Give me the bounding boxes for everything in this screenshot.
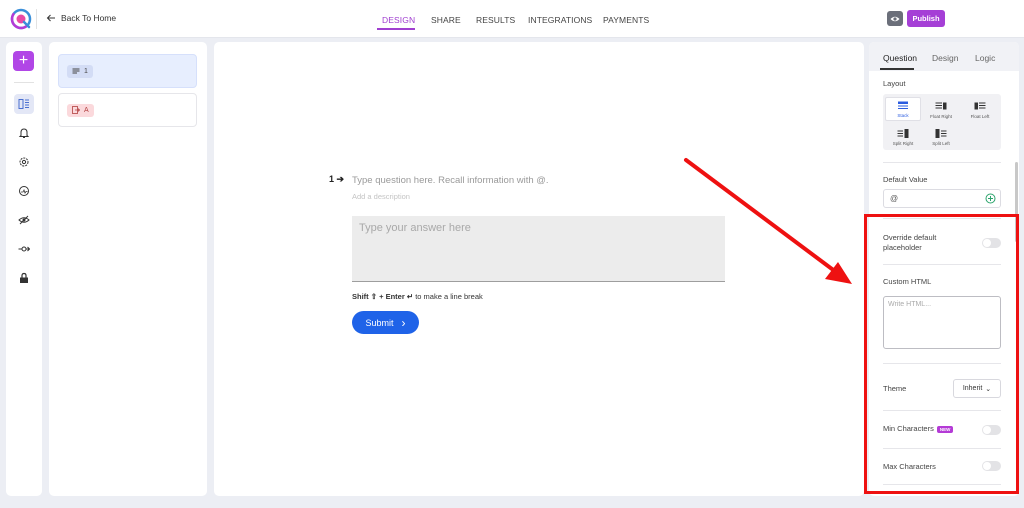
question-number: 1	[84, 67, 88, 75]
left-rail: +	[6, 42, 42, 496]
line-break-hint: Shift ⇧ + Enter ↵ to make a line break	[352, 292, 483, 301]
ending-badge: A	[67, 103, 94, 117]
question-card[interactable]: 1	[58, 54, 197, 88]
settings-icon[interactable]	[14, 152, 34, 172]
description-input[interactable]: Add a description	[352, 192, 410, 201]
exit-icon	[72, 106, 80, 114]
tab-design-settings[interactable]: Design	[932, 53, 958, 63]
lock-icon[interactable]	[14, 268, 34, 288]
layout-icon[interactable]	[14, 94, 34, 114]
default-value-text: @	[890, 194, 899, 203]
plus-circle-icon[interactable]	[985, 193, 996, 204]
preview-button[interactable]	[887, 11, 903, 26]
submit-label: Submit	[365, 317, 394, 328]
layout-option-float-left[interactable]: Float Left	[962, 97, 998, 121]
add-question-button[interactable]: +	[13, 51, 34, 71]
default-value-label: Default Value	[883, 175, 928, 184]
chevron-right-icon: ›	[401, 315, 406, 330]
ending-label: A	[84, 106, 89, 114]
top-bar: Back To Home DESIGN SHARE RESULTS INTEGR…	[0, 0, 1024, 38]
answer-placeholder: Type your answer here	[359, 222, 471, 234]
highlight-box	[864, 214, 1019, 494]
layout-option-stack[interactable]: Stack	[885, 97, 921, 121]
tab-logic[interactable]: Logic	[975, 53, 995, 63]
speedometer-icon[interactable]	[14, 181, 34, 201]
default-value-input[interactable]: @	[883, 189, 1001, 208]
layout-label: Layout	[883, 79, 906, 88]
layout-option-float-right[interactable]: Float Right	[923, 97, 959, 121]
bell-icon[interactable]	[14, 123, 34, 143]
main-nav: DESIGN SHARE RESULTS INTEGRATIONS PAYMEN…	[0, 0, 1024, 38]
divider	[883, 162, 1001, 163]
arrow-right-icon: ➔	[336, 174, 345, 184]
tab-question[interactable]: Question	[883, 53, 917, 63]
publish-button[interactable]: Publish	[907, 10, 945, 27]
eye-off-icon[interactable]	[14, 210, 34, 230]
eye-icon	[890, 16, 900, 21]
tab-design[interactable]: DESIGN	[382, 15, 415, 25]
form-canvas: 1 ➔ Type question here. Recall informati…	[214, 42, 864, 496]
settings-tabs: Question Design Logic	[869, 42, 1019, 71]
tab-integrations[interactable]: INTEGRATIONS	[528, 15, 592, 25]
question-number-label: 1 ➔	[329, 174, 345, 184]
tab-results[interactable]: RESULTS	[476, 15, 515, 25]
active-tab-indicator	[377, 28, 415, 30]
layout-option-split-right[interactable]: Split Right	[885, 124, 921, 148]
text-lines-icon	[72, 68, 80, 74]
layout-option-split-left[interactable]: Split Left	[923, 124, 959, 148]
question-text-input[interactable]: Type question here. Recall information w…	[352, 175, 549, 186]
active-tab-indicator	[880, 68, 914, 70]
question-badge: 1	[67, 64, 93, 78]
layout-picker: Stack Float Right Float Left Split Right…	[883, 94, 1001, 150]
answer-textarea[interactable]: Type your answer here	[352, 216, 725, 282]
tab-payments[interactable]: PAYMENTS	[603, 15, 649, 25]
tab-share[interactable]: SHARE	[431, 15, 461, 25]
question-list: 1 A	[49, 42, 207, 496]
submit-button[interactable]: Submit ›	[352, 311, 419, 334]
flow-icon[interactable]	[14, 239, 34, 259]
ending-card[interactable]: A	[58, 93, 197, 127]
divider	[14, 82, 34, 83]
